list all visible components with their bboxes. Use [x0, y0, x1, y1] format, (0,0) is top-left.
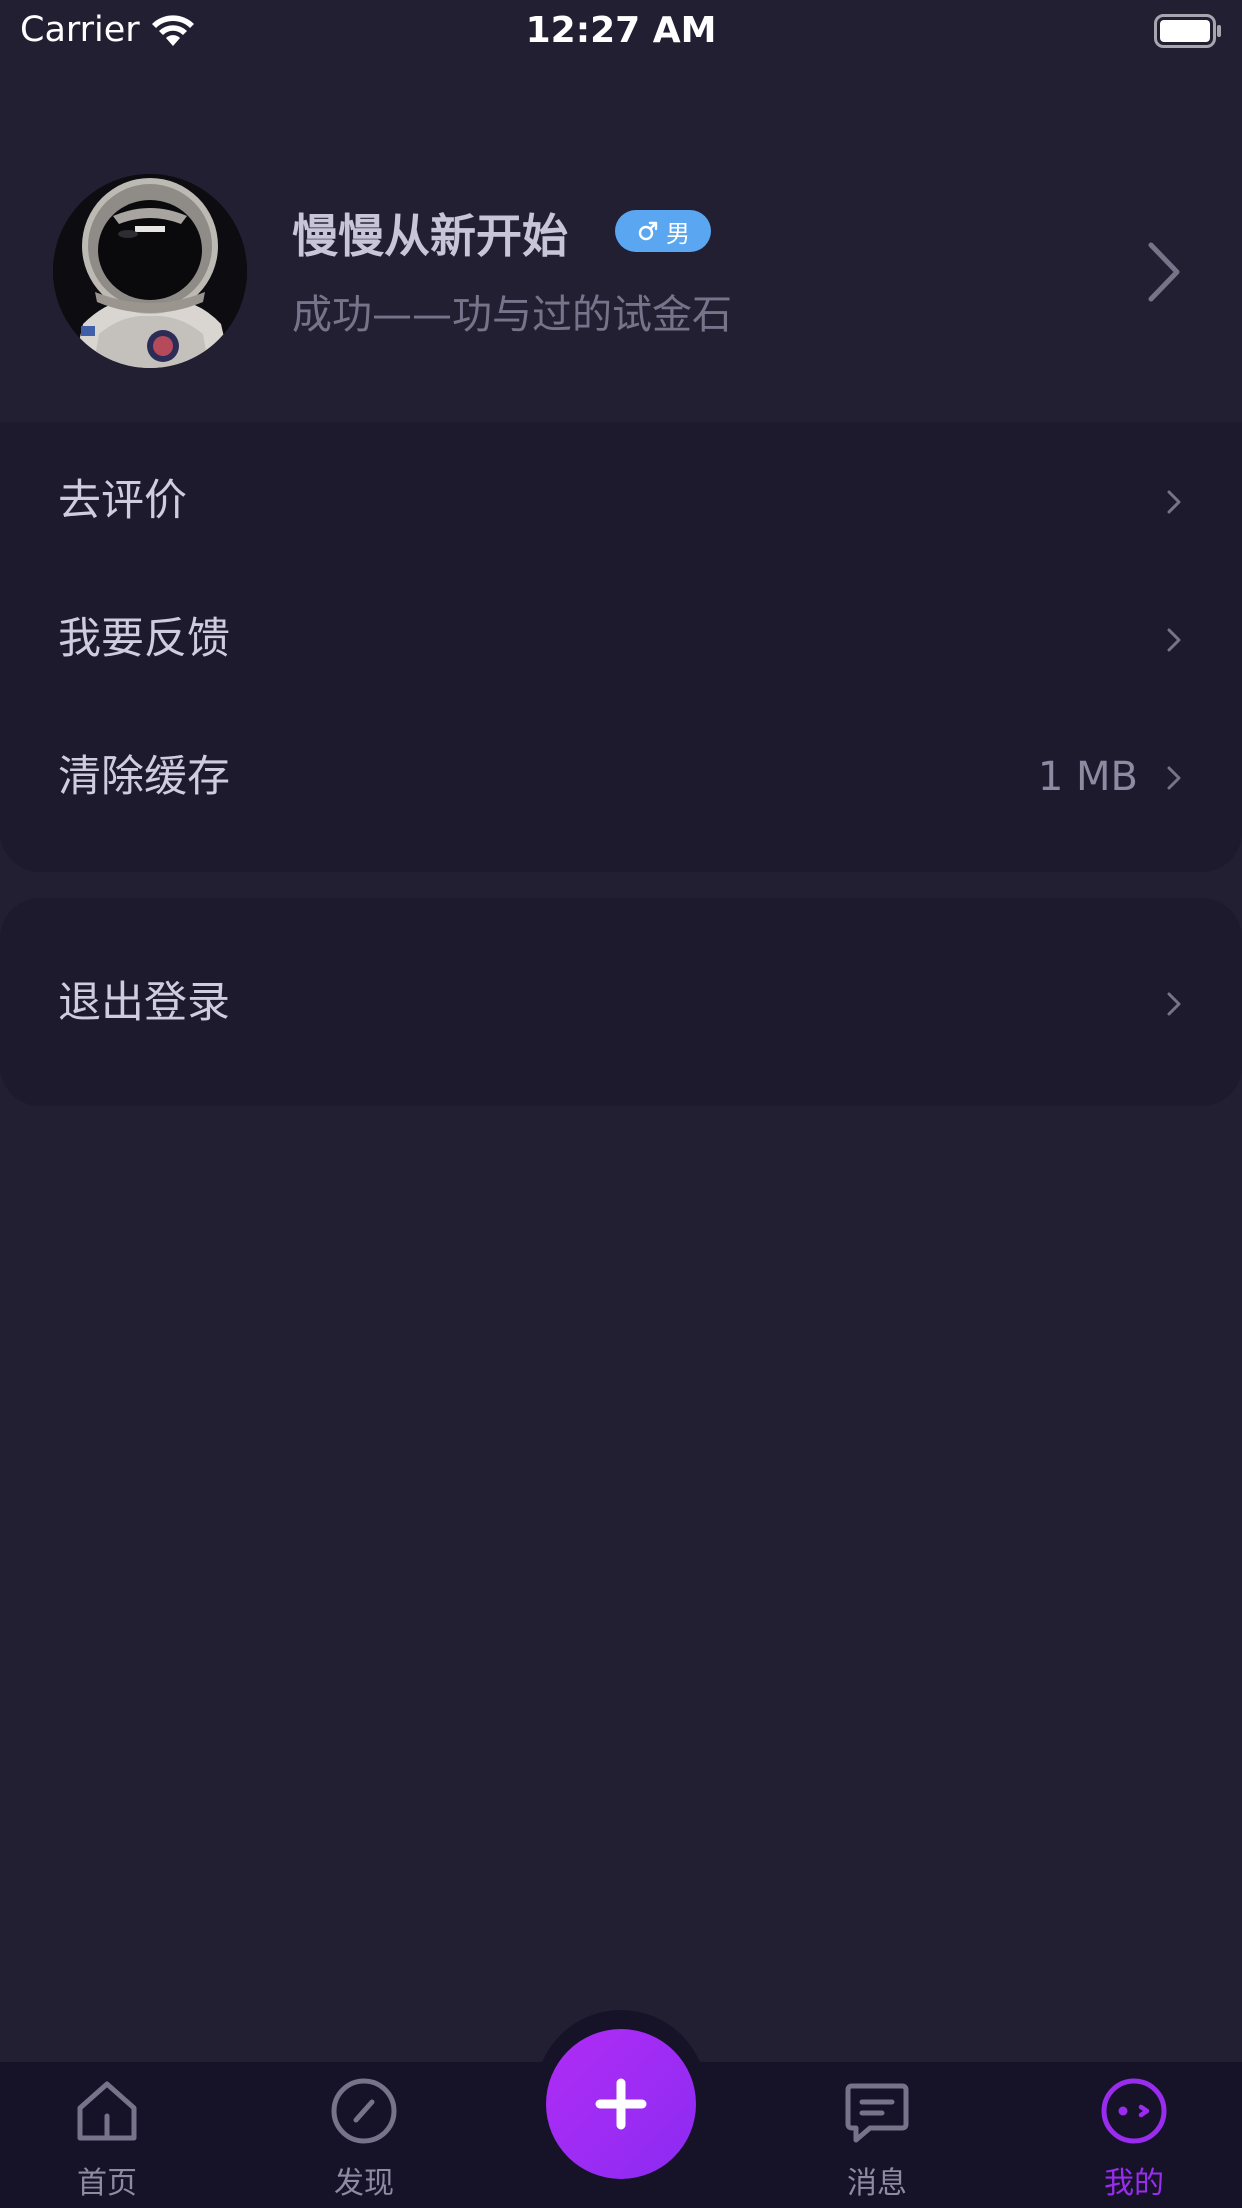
tab-label: 消息 — [847, 2166, 907, 2201]
plus-icon — [595, 2078, 647, 2130]
cache-size-value: 1 MB — [1037, 754, 1138, 800]
gender-badge: 男 — [615, 210, 711, 252]
astronaut-avatar[interactable] — [53, 174, 247, 368]
menu-item-label: 我要反馈 — [58, 614, 230, 664]
menu-item-feedback[interactable]: 我要反馈 — [0, 570, 1242, 708]
tab-label: 发现 — [334, 2166, 394, 2201]
logout-button[interactable]: 退出登录 — [0, 934, 1242, 1072]
logout-card: 退出登录 — [0, 898, 1242, 1106]
status-bar: Carrier 12:27 AM — [0, 0, 1242, 62]
chevron-right-icon — [1148, 242, 1180, 302]
message-icon — [845, 2083, 909, 2143]
gender-label: 男 — [666, 219, 690, 248]
tab-label: 首页 — [77, 2166, 137, 2201]
username: 慢慢从新开始 — [292, 209, 568, 263]
battery-icon — [1154, 14, 1221, 48]
menu-item-label: 去评价 — [58, 476, 187, 526]
profile-screen: Carrier 12:27 AM 慢慢从新开始 男 成功——功与过的试金石 去评… — [0, 0, 1242, 2208]
profile-face-icon — [1101, 2078, 1167, 2144]
create-post-button[interactable] — [546, 2029, 696, 2179]
logout-label: 退出登录 — [58, 978, 230, 1028]
chevron-right-icon — [1167, 490, 1181, 514]
tab-messages[interactable]: 消息 — [787, 2062, 967, 2208]
chevron-right-icon — [1167, 628, 1181, 652]
tab-discover[interactable]: 发现 — [274, 2062, 454, 2208]
tab-home[interactable]: 首页 — [17, 2062, 197, 2208]
status-time: 12:27 AM — [525, 10, 717, 51]
chevron-right-icon — [1167, 992, 1181, 1016]
signature: 成功——功与过的试金石 — [292, 292, 732, 338]
menu-item-rate[interactable]: 去评价 — [0, 432, 1242, 570]
settings-menu-card: 去评价 我要反馈 清除缓存 1 MB — [0, 422, 1242, 872]
menu-item-clear-cache[interactable]: 清除缓存 1 MB — [0, 708, 1242, 846]
menu-item-label: 清除缓存 — [58, 752, 230, 802]
home-icon — [77, 2081, 137, 2141]
chevron-right-icon — [1167, 766, 1181, 790]
compass-icon — [331, 2078, 397, 2144]
tab-mine[interactable]: 我的 — [1044, 2062, 1224, 2208]
tab-label: 我的 — [1104, 2166, 1164, 2201]
male-symbol-icon — [638, 221, 658, 241]
profile-header[interactable]: 慢慢从新开始 男 成功——功与过的试金石 — [0, 140, 1242, 420]
